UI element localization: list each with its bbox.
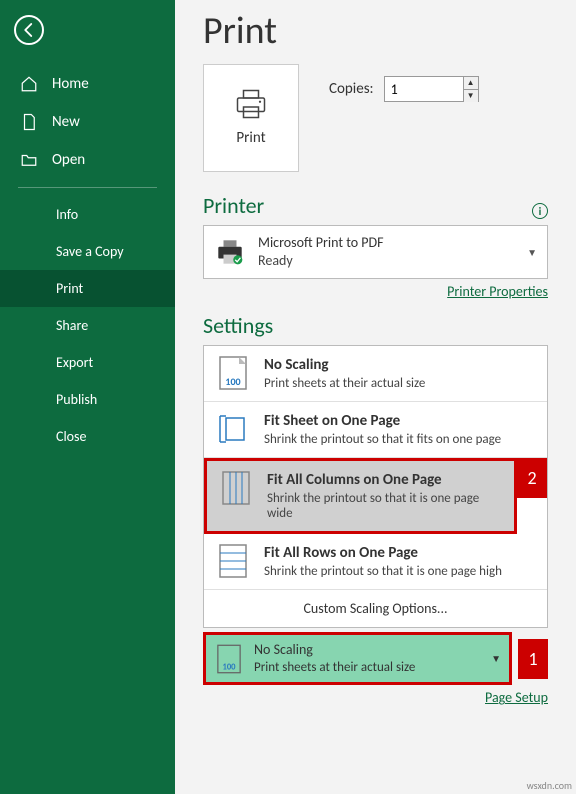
scaling-selected-title: No Scaling: [254, 641, 415, 659]
option-no-scaling[interactable]: 100 No ScalingPrint sheets at their actu…: [204, 346, 547, 402]
printer-dropdown[interactable]: Microsoft Print to PDF Ready ▼: [203, 225, 548, 279]
new-file-icon: [20, 113, 38, 131]
printer-info-icon[interactable]: i: [532, 203, 548, 219]
scaling-options-list: 100 No ScalingPrint sheets at their actu…: [203, 345, 548, 628]
printer-properties-link[interactable]: Printer Properties: [203, 283, 548, 300]
printer-icon: [233, 89, 269, 119]
sidebar-item-publish[interactable]: Publish: [0, 381, 175, 418]
sidebar-item-new[interactable]: New: [0, 103, 175, 141]
print-panel: Print Print Copies: ▲ ▼ Printer: [175, 0, 576, 794]
page-title: Print: [203, 8, 548, 54]
copies-group: Copies: ▲ ▼: [329, 76, 479, 102]
sidebar-label-home: Home: [52, 75, 89, 93]
copies-spinner: ▲ ▼: [464, 76, 479, 102]
sidebar-item-close[interactable]: Close: [0, 418, 175, 455]
svg-text:100: 100: [225, 375, 240, 388]
chevron-down-icon: ▼: [491, 652, 501, 665]
option-fit-columns[interactable]: Fit All Columns on One PageShrink the pr…: [204, 458, 517, 534]
print-button[interactable]: Print: [203, 64, 299, 172]
back-arrow-icon: [20, 21, 38, 39]
fit-sheet-icon: [216, 412, 250, 446]
callout-badge-2: 2: [517, 458, 547, 498]
no-scaling-icon: 100: [216, 356, 250, 390]
sidebar-item-info[interactable]: Info: [0, 196, 175, 233]
scaling-selected-sub: Print sheets at their actual size: [254, 660, 415, 677]
home-icon: [20, 75, 38, 93]
svg-text:100: 100: [222, 662, 236, 672]
option-fit-sheet[interactable]: Fit Sheet on One PageShrink the printout…: [204, 402, 547, 458]
copies-down[interactable]: ▼: [464, 90, 478, 102]
callout-badge-1: 1: [518, 639, 548, 679]
copies-input[interactable]: [384, 76, 464, 102]
fit-columns-icon: [219, 471, 253, 505]
page-setup-link[interactable]: Page Setup: [203, 689, 548, 706]
printer-heading: Printer: [203, 192, 264, 219]
chevron-down-icon: ▼: [527, 246, 537, 259]
sidebar-item-open[interactable]: Open: [0, 141, 175, 179]
watermark: wsxdn.com: [527, 779, 572, 792]
backstage-sidebar: Home New Open Info Save a Copy Print Sha…: [0, 0, 175, 794]
sidebar-item-print[interactable]: Print: [0, 270, 175, 307]
sidebar-item-share[interactable]: Share: [0, 307, 175, 344]
option-fit-rows[interactable]: Fit All Rows on One PageShrink the print…: [204, 534, 547, 590]
print-button-label: Print: [236, 129, 265, 147]
sidebar-item-savecopy[interactable]: Save a Copy: [0, 233, 175, 270]
scaling-dropdown[interactable]: 100 No Scaling Print sheets at their act…: [203, 632, 512, 685]
printer-status: Ready: [258, 252, 384, 270]
printer-name: Microsoft Print to PDF: [258, 234, 384, 252]
printer-status-icon: [214, 239, 246, 265]
copies-label: Copies:: [329, 80, 374, 98]
sidebar-label-new: New: [52, 113, 80, 131]
scaling-selected-icon: 100: [216, 644, 242, 674]
copies-up[interactable]: ▲: [464, 77, 478, 90]
back-button[interactable]: [14, 15, 44, 45]
sidebar-label-open: Open: [52, 151, 85, 169]
sidebar-divider: [18, 187, 157, 188]
fit-rows-icon: [216, 544, 250, 578]
settings-heading: Settings: [203, 312, 548, 339]
sidebar-item-export[interactable]: Export: [0, 344, 175, 381]
sidebar-item-home[interactable]: Home: [0, 65, 175, 103]
custom-scaling-link[interactable]: Custom Scaling Options...: [204, 590, 547, 627]
open-folder-icon: [20, 151, 38, 169]
